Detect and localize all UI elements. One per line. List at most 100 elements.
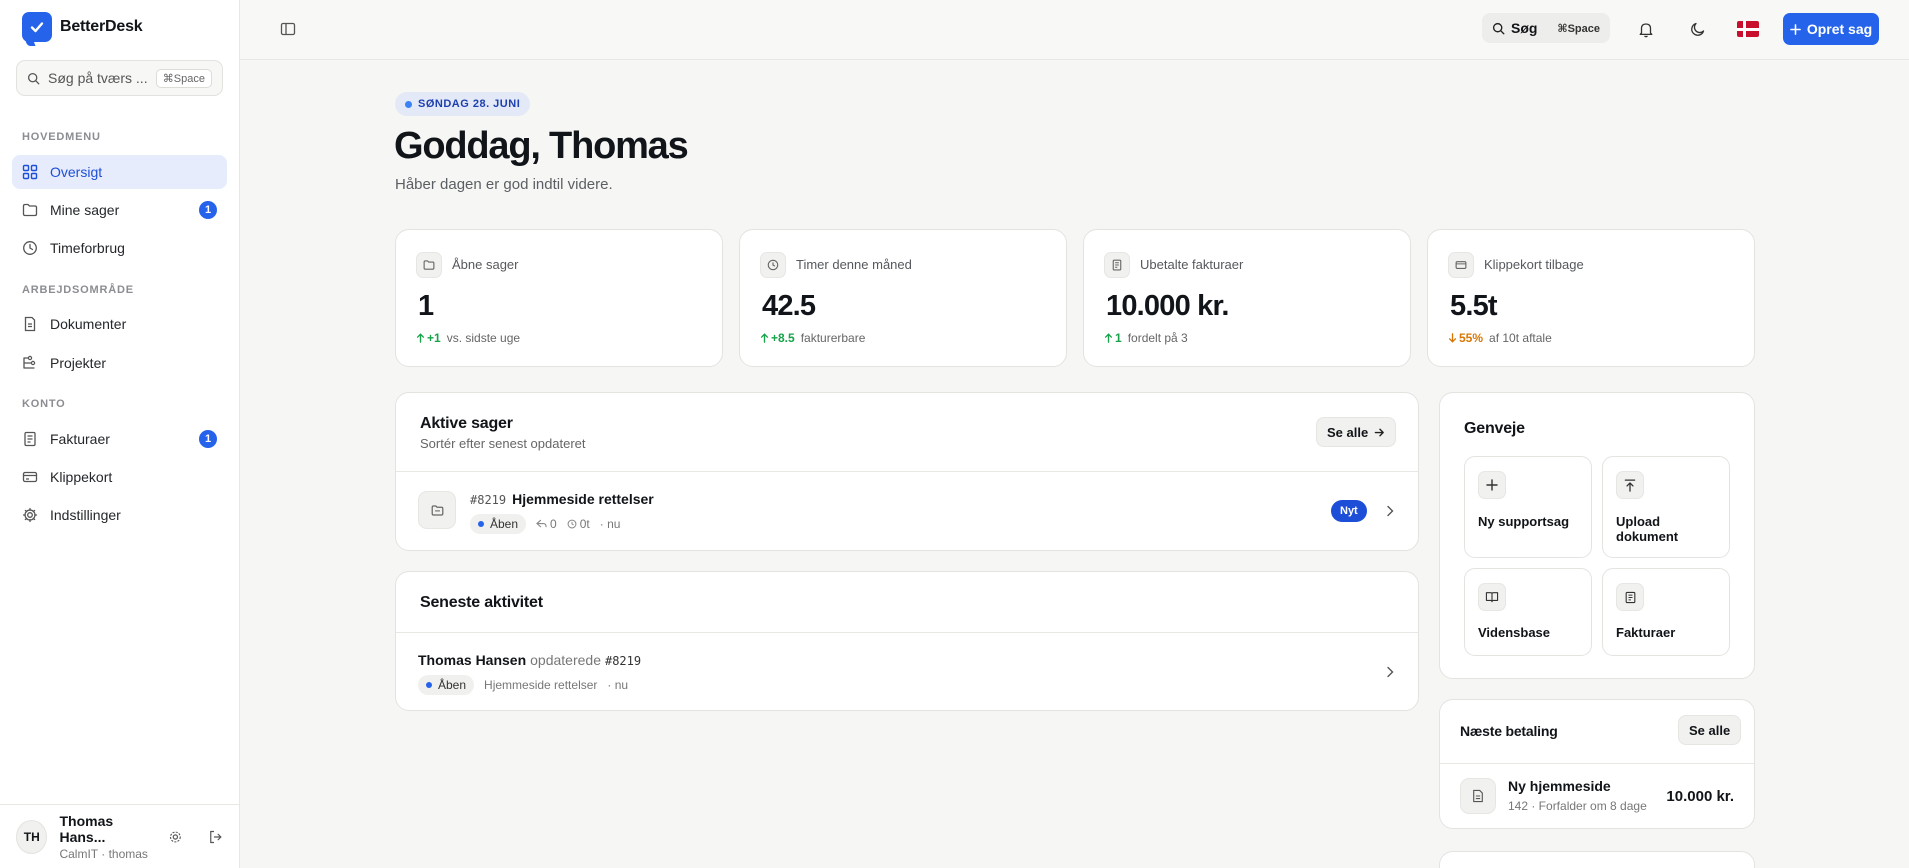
active-cases-card: Aktive sager Sortér efter senest opdater… xyxy=(395,392,1419,551)
stat-title: Åbne sager xyxy=(452,257,519,272)
stat-value: 1 xyxy=(418,290,434,322)
toggle-sidebar-button[interactable] xyxy=(277,18,299,40)
shortcut-label: Upload dokument xyxy=(1616,514,1679,544)
see-all-payments-button[interactable]: Se alle xyxy=(1678,715,1742,745)
stat-note: af 10t aftale xyxy=(1489,331,1552,345)
stat-card-open-cases[interactable]: Åbne sager 1 +1 vs. sidste uge xyxy=(395,229,723,367)
folder-icon xyxy=(416,252,442,278)
active-cases-title: Aktive sager xyxy=(420,415,513,432)
sidebar-item-label: Oversigt xyxy=(50,164,103,180)
case-row[interactable]: #8219 Hjemmeside rettelser Åben 0 0t · n… xyxy=(396,472,1418,550)
activity-row[interactable]: Thomas Hansen opdaterede #8219 Åben Hjem… xyxy=(396,633,1418,710)
activity-ref: #8219 xyxy=(604,654,642,668)
shortcut-label: Ny supportsag xyxy=(1478,514,1570,529)
plus-icon xyxy=(1478,471,1506,499)
sidebar-item-label: Timeforbrug xyxy=(50,240,125,256)
replies-count: 0 xyxy=(536,517,557,531)
brand-logo-icon xyxy=(22,12,52,42)
sidebar-search-input[interactable]: Søg på tværs ... ⌘Space xyxy=(16,60,223,96)
sidebar-item-label: Fakturaer xyxy=(50,431,110,447)
sidebar-item-label: Mine sager xyxy=(50,202,120,218)
section-label-workspace: ARBEJDSOMRÅDE xyxy=(22,284,134,296)
see-all-cases-button[interactable]: Se alle xyxy=(1316,417,1397,447)
stat-card-hours[interactable]: Timer denne måned 42.5 +8.5 fakturerbare xyxy=(739,229,1067,367)
brand[interactable]: BetterDesk xyxy=(22,12,143,42)
arrow-down-icon xyxy=(1448,333,1457,343)
clock-icon xyxy=(567,519,577,529)
bell-icon xyxy=(1639,22,1653,37)
stat-title: Timer denne måned xyxy=(796,257,912,272)
additional-card xyxy=(1439,851,1755,868)
logout-icon[interactable] xyxy=(208,829,223,845)
sidebar-item-indstillinger[interactable]: Indstillinger xyxy=(12,498,227,532)
brand-name: BetterDesk xyxy=(60,18,143,35)
sidebar-item-label: Projekter xyxy=(50,355,107,371)
activity-case: Hjemmeside rettelser xyxy=(484,678,598,692)
stat-note: vs. sidste uge xyxy=(446,331,521,345)
delta-down: 55% xyxy=(1448,331,1483,345)
shortcuts-card: Genveje Ny supportsag Upload dokument Vi… xyxy=(1439,392,1755,679)
sidebar-item-label: Dokumenter xyxy=(50,316,127,332)
page-subtitle: Håber dagen er god indtil videre. xyxy=(395,176,613,193)
search-icon xyxy=(27,72,40,84)
shortcut-label: Vidensbase xyxy=(1478,625,1551,640)
shortcut-invoices[interactable]: Fakturaer xyxy=(1602,568,1730,656)
shortcut-knowledge-base[interactable]: Vidensbase xyxy=(1464,568,1592,656)
user-profile: TH Thomas Hans... CalmIT · thomas xyxy=(0,804,239,868)
time-spent: 0t xyxy=(567,517,590,531)
status-badge: Åben xyxy=(418,675,475,695)
sidebar-item-klippekort[interactable]: Klippekort xyxy=(12,460,227,494)
create-case-label: Opret sag xyxy=(1806,21,1873,37)
chevron-right-icon xyxy=(1387,666,1394,678)
case-id: #8219 xyxy=(470,493,507,507)
user-org: CalmIT · thomas xyxy=(59,846,148,861)
activity-actor: Thomas Hansen xyxy=(418,652,527,668)
sidebar-item-mine-sager[interactable]: Mine sager 1 xyxy=(12,193,227,227)
new-badge: Nyt xyxy=(1331,500,1367,522)
sidebar-item-fakturaer[interactable]: Fakturaer 1 xyxy=(12,422,227,456)
top-search-button[interactable]: Søg ⌘Space xyxy=(1482,13,1610,43)
arrow-up-icon xyxy=(760,333,769,343)
arrow-up-icon xyxy=(416,333,425,343)
chevron-right-icon xyxy=(1387,505,1394,517)
delta-up: +1 xyxy=(416,331,441,345)
stat-card-punch-card[interactable]: Klippekort tilbage 5.5t 55% af 10t aftal… xyxy=(1427,229,1755,367)
folder-icon xyxy=(418,491,456,529)
create-case-button[interactable]: Opret sag xyxy=(1783,13,1879,45)
activity-action: opdaterede xyxy=(530,652,601,668)
payment-row[interactable]: Ny hjemmeside 142 · Forfalder om 8 dage … xyxy=(1440,764,1754,828)
updated-time: · nu xyxy=(599,517,621,531)
stat-value: 42.5 xyxy=(762,290,816,322)
search-shortcut-hint: ⌘Space xyxy=(1557,22,1600,35)
date-dot xyxy=(405,100,412,108)
book-icon xyxy=(1478,583,1506,611)
sidebar-item-label: Klippekort xyxy=(50,469,113,485)
invoice-icon xyxy=(1616,583,1644,611)
shortcut-new-support-case[interactable]: Ny supportsag xyxy=(1464,456,1592,558)
document-icon xyxy=(24,316,36,332)
clock-icon xyxy=(760,252,786,278)
sidebar-item-timeforbrug[interactable]: Timeforbrug xyxy=(12,231,227,265)
notifications-button[interactable] xyxy=(1634,17,1658,41)
stat-footer: 1 fordelt på 3 xyxy=(1104,331,1188,345)
danish-flag-language-button[interactable] xyxy=(1737,21,1759,37)
payment-amount: 10.000 kr. xyxy=(1666,788,1734,805)
stat-value: 5.5t xyxy=(1450,290,1498,322)
gear-icon[interactable] xyxy=(168,829,183,845)
sidebar-item-oversigt[interactable]: Oversigt xyxy=(12,155,227,189)
stat-footer: 55% af 10t aftale xyxy=(1448,331,1552,345)
sidebar-item-dokumenter[interactable]: Dokumenter xyxy=(12,307,227,341)
payment-meta: 142 · Forfalder om 8 dage xyxy=(1508,799,1647,813)
section-label-account: KONTO xyxy=(22,398,66,410)
payment-name: Ny hjemmeside xyxy=(1508,778,1611,794)
next-payment-card: Næste betaling Se alle Ny hjemmeside 142… xyxy=(1439,699,1755,829)
stat-card-unpaid-invoices[interactable]: Ubetalte fakturaer 10.000 kr. 1 fordelt … xyxy=(1083,229,1411,367)
stat-note: fakturerbare xyxy=(800,331,866,345)
stat-value: 10.000 kr. xyxy=(1106,290,1229,322)
date-pill: SØNDAG 28. JUNI xyxy=(395,92,531,116)
shortcut-upload-document[interactable]: Upload dokument xyxy=(1602,456,1730,558)
avatar[interactable]: TH xyxy=(16,819,48,854)
dark-mode-toggle[interactable] xyxy=(1686,17,1710,41)
search-shortcut-hint: ⌘Space xyxy=(155,68,212,88)
sidebar-item-projekter[interactable]: Projekter xyxy=(12,346,227,380)
